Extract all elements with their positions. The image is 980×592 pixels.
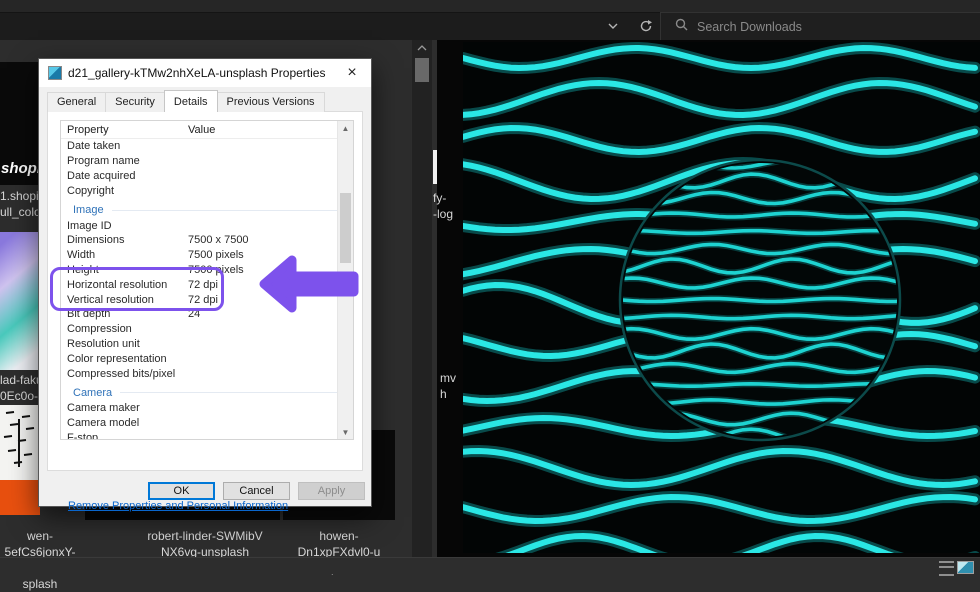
preview-pane bbox=[437, 40, 980, 557]
explorer-toolbar: Search Downloads bbox=[0, 0, 980, 40]
scroll-down-icon[interactable]: ▼ bbox=[338, 425, 353, 439]
list-header: Property Value bbox=[61, 121, 353, 139]
file-label[interactable]: 1.shopifyull_color bbox=[0, 188, 40, 220]
file-label[interactable]: mvh bbox=[440, 370, 462, 402]
property-row[interactable]: Camera model bbox=[61, 416, 353, 431]
scroll-up-icon[interactable]: ▲ bbox=[338, 121, 353, 135]
tab-general[interactable]: General bbox=[47, 92, 106, 112]
search-icon bbox=[675, 18, 688, 36]
close-icon[interactable]: × bbox=[342, 63, 362, 83]
property-row[interactable]: Compressed bits/pixel bbox=[61, 366, 353, 381]
property-row[interactable]: Resolution unit bbox=[61, 337, 353, 352]
tab-security[interactable]: Security bbox=[105, 92, 165, 112]
thumbnail-view-icon[interactable] bbox=[957, 561, 974, 574]
column-property: Property bbox=[67, 124, 188, 136]
column-value: Value bbox=[188, 124, 215, 136]
tab-details[interactable]: Details bbox=[164, 90, 218, 112]
apply-button[interactable]: Apply bbox=[298, 482, 365, 500]
section-header: Camera bbox=[61, 385, 353, 401]
property-row[interactable]: Date acquired bbox=[61, 169, 353, 184]
search-placeholder: Search Downloads bbox=[697, 20, 802, 34]
refresh-icon[interactable] bbox=[633, 15, 659, 37]
annotation-arrow-icon bbox=[258, 252, 362, 316]
search-input[interactable]: Search Downloads bbox=[660, 12, 980, 40]
annotation-highlight-ring bbox=[50, 267, 224, 311]
file-label[interactable]: lad-faku0Ec0o-e bbox=[0, 372, 40, 404]
chevron-down-icon[interactable] bbox=[600, 15, 626, 37]
dialog-title: d21_gallery-kTMw2nhXeLA-unsplash Propert… bbox=[68, 66, 336, 80]
property-row[interactable]: Program name bbox=[61, 154, 353, 169]
cancel-button[interactable]: Cancel bbox=[223, 482, 290, 500]
property-row[interactable]: Image ID bbox=[61, 218, 353, 233]
ok-button[interactable]: OK bbox=[148, 482, 215, 500]
thumbnail-birds[interactable] bbox=[0, 405, 40, 515]
preview-image-neon-waves bbox=[463, 42, 980, 553]
property-row[interactable]: Color representation bbox=[61, 351, 353, 366]
details-view-icon[interactable] bbox=[939, 561, 954, 576]
property-row[interactable]: F-stop bbox=[61, 431, 353, 440]
scrollbar-thumb[interactable] bbox=[415, 58, 429, 82]
property-row[interactable]: Copyright bbox=[61, 183, 353, 198]
shopify-logo-text: shopi bbox=[1, 160, 41, 177]
file-label[interactable]: fy--log bbox=[433, 190, 461, 222]
dialog-title-bar: d21_gallery-kTMw2nhXeLA-unsplash Propert… bbox=[39, 59, 371, 87]
property-row[interactable]: Date taken bbox=[61, 139, 353, 154]
remove-properties-link[interactable]: Remove Properties and Personal Informati… bbox=[68, 500, 288, 512]
birds-marks bbox=[0, 405, 40, 480]
property-row[interactable]: Dimensions7500 x 7500 bbox=[61, 233, 353, 248]
property-row[interactable]: Compression bbox=[61, 322, 353, 337]
dialog-tabs: GeneralSecurityDetailsPrevious Versions bbox=[47, 90, 324, 112]
section-header: Image bbox=[61, 202, 353, 218]
file-list-scrollbar[interactable] bbox=[412, 40, 432, 557]
tab-previous-versions[interactable]: Previous Versions bbox=[217, 92, 325, 112]
image-file-icon bbox=[48, 66, 62, 80]
file-label[interactable]: robert-linder-SWMibVNX6vg-unsplash bbox=[130, 528, 280, 560]
status-bar bbox=[0, 557, 980, 574]
thumbnail-gradient-art[interactable] bbox=[0, 232, 38, 370]
property-row[interactable]: Camera maker bbox=[61, 401, 353, 416]
dialog-buttons: OK Cancel Apply bbox=[148, 482, 365, 500]
scroll-up-icon[interactable] bbox=[415, 44, 429, 56]
